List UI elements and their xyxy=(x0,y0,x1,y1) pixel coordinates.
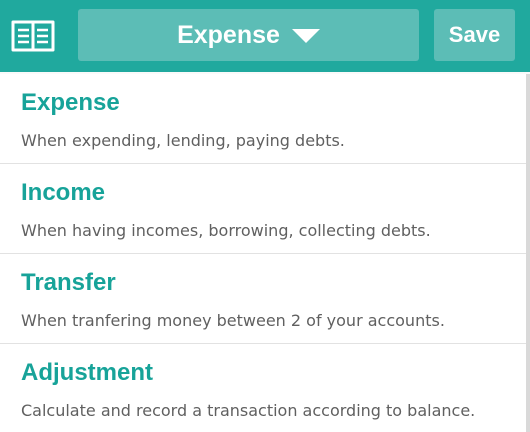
caret-down-icon xyxy=(291,29,320,43)
transaction-type-label: Expense xyxy=(177,20,280,49)
option-title: Expense xyxy=(21,89,120,116)
open-book-icon-graphic xyxy=(11,20,55,52)
open-book-icon[interactable] xyxy=(9,14,57,58)
top-bar: Expense Save xyxy=(0,0,530,72)
app-screen: Expense Save Expense When expending, len… xyxy=(0,0,530,432)
transaction-type-selector[interactable]: Expense xyxy=(78,9,419,61)
option-title: Income xyxy=(21,179,106,206)
option-title: Adjustment xyxy=(21,359,153,386)
option-description: When tranfering money between 2 of your … xyxy=(21,311,445,330)
transaction-type-dropdown: Expense When expending, lending, paying … xyxy=(0,74,530,432)
option-description: When expending, lending, paying debts. xyxy=(21,131,345,150)
option-title: Transfer xyxy=(21,269,116,296)
option-description: Calculate and record a transaction accor… xyxy=(21,401,476,420)
option-description: When having incomes, borrowing, collecti… xyxy=(21,221,431,240)
option-transfer[interactable]: Transfer When tranfering money between 2… xyxy=(0,254,526,344)
option-adjustment[interactable]: Adjustment Calculate and record a transa… xyxy=(0,344,526,432)
option-income[interactable]: Income When having incomes, borrowing, c… xyxy=(0,164,526,254)
option-expense[interactable]: Expense When expending, lending, paying … xyxy=(0,74,526,164)
save-button[interactable]: Save xyxy=(434,9,515,61)
